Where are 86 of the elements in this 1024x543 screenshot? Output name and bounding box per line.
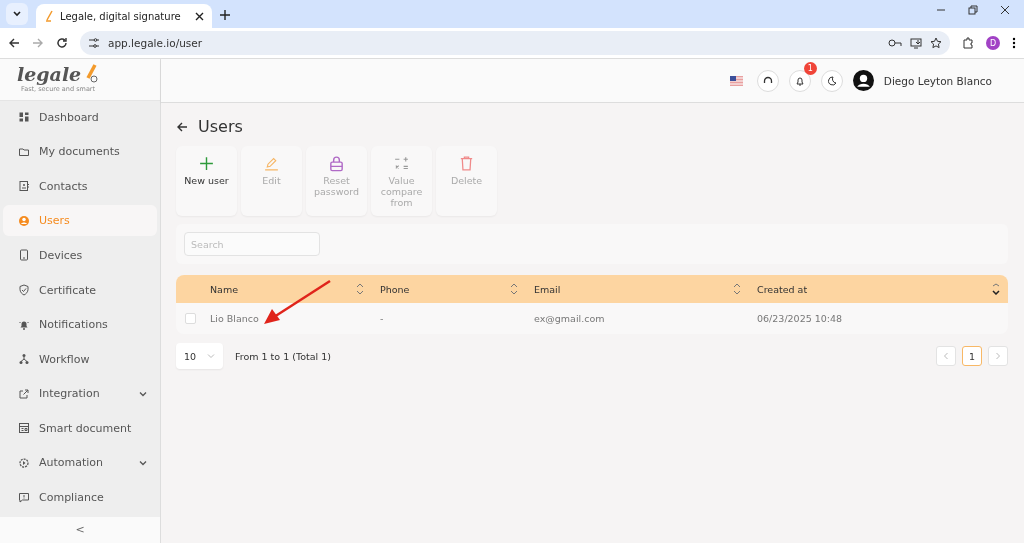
- notifications-button[interactable]: [788, 69, 811, 92]
- back-icon[interactable]: [8, 37, 20, 49]
- site-settings-icon: [88, 37, 100, 49]
- flag-icon[interactable]: [729, 75, 743, 86]
- close-icon[interactable]: [195, 11, 204, 21]
- page-button[interactable]: 1: [962, 346, 982, 366]
- url-text: app.legale.io/user: [108, 37, 204, 49]
- table-cell-text: Lio Blanco: [209, 313, 260, 324]
- tab-title: Legale, digital signature: [60, 10, 182, 22]
- workflow-icon: [18, 353, 30, 366]
- page-size-select[interactable]: 10: [176, 343, 223, 369]
- table-cell-text: 06/23/2025 10:48: [756, 313, 844, 324]
- user-icon: [18, 214, 30, 227]
- reload-icon[interactable]: [56, 37, 68, 49]
- sidebar-item[interactable]: Notifications: [3, 309, 157, 341]
- pencil-icon: [263, 155, 280, 172]
- column-header[interactable]: Created at: [749, 283, 1008, 295]
- chevron-right-icon: [995, 352, 1001, 360]
- headset-icon: [762, 75, 773, 86]
- restore-icon[interactable]: [968, 5, 978, 15]
- theme-toggle-button[interactable]: [820, 69, 843, 92]
- address-bar[interactable]: app.legale.io/user: [80, 31, 950, 55]
- user-name: Diego Leyton Blanco: [883, 74, 992, 87]
- support-button[interactable]: [756, 69, 779, 92]
- sidebar-item[interactable]: Dashboard: [3, 101, 157, 133]
- key-icon[interactable]: [888, 38, 902, 48]
- external-link-icon: [18, 387, 30, 400]
- sidebar-item[interactable]: Automation: [3, 447, 157, 479]
- menu-icon[interactable]: [1012, 37, 1016, 49]
- moon-icon: [826, 75, 837, 86]
- chat-icon: [18, 491, 30, 504]
- column-label: Phone: [380, 283, 410, 295]
- folder-icon: [18, 145, 30, 158]
- column-header[interactable]: Phone: [372, 283, 526, 295]
- document-icon: [18, 422, 30, 435]
- sidebar-item[interactable]: Integration: [3, 378, 157, 410]
- browser-tab[interactable]: Legale, digital signature: [36, 4, 212, 28]
- extensions-icon[interactable]: [962, 37, 974, 49]
- action-button[interactable]: New user: [176, 146, 237, 216]
- row-checkbox[interactable]: [185, 313, 196, 324]
- dashboard-icon: [18, 111, 30, 124]
- back-arrow-icon[interactable]: [176, 120, 188, 133]
- contacts-icon: [18, 180, 30, 193]
- calculator-icon: [393, 155, 410, 172]
- column-header[interactable]: Name: [202, 283, 372, 295]
- tablet-icon: [18, 249, 30, 262]
- new-tab-icon[interactable]: [220, 10, 230, 20]
- table-cell-text: -: [379, 313, 385, 324]
- logo-text: legale: [17, 63, 82, 85]
- avatar-icon[interactable]: [852, 70, 874, 91]
- column-label: Name: [210, 283, 239, 295]
- trash-icon: [458, 155, 475, 172]
- notification-badge: 1: [803, 61, 817, 75]
- sort-icon[interactable]: [510, 283, 518, 295]
- sort-icon[interactable]: [356, 283, 364, 295]
- sidebar-item[interactable]: My documents: [3, 136, 157, 168]
- sort-descending-icon[interactable]: [992, 283, 1000, 295]
- plus-icon: [198, 155, 215, 172]
- sidebar-item[interactable]: Smart document: [3, 412, 157, 444]
- bell-icon: [794, 75, 805, 86]
- column-header[interactable]: Email: [526, 283, 749, 295]
- star-icon[interactable]: [930, 37, 942, 49]
- chevron-down-icon: [207, 352, 215, 360]
- sidebar-item[interactable]: Contacts: [3, 170, 157, 202]
- shield-icon: [18, 284, 30, 296]
- close-icon[interactable]: [1000, 5, 1010, 15]
- column-label: Email: [534, 283, 561, 295]
- profile-avatar[interactable]: D: [986, 36, 1000, 50]
- pagination-summary: From 1 to 1 (Total 1): [235, 350, 331, 362]
- install-icon[interactable]: [910, 37, 922, 49]
- table-cell-text: ex@gmail.com: [533, 313, 606, 324]
- search-field[interactable]: Search: [184, 232, 320, 256]
- sidebar-item[interactable]: Certificate: [3, 274, 157, 306]
- sidebar-item[interactable]: Devices: [3, 239, 157, 271]
- column-label: Created at: [757, 283, 808, 295]
- sidebar-item[interactable]: Compliance: [3, 482, 157, 514]
- sidebar-item[interactable]: Workflow: [3, 343, 157, 375]
- annotation-arrow: [262, 279, 332, 327]
- chevron-down-icon: [12, 9, 22, 19]
- pen-icon: [44, 10, 54, 22]
- tab-list-button[interactable]: [6, 3, 28, 25]
- chevron-left-icon: [943, 352, 949, 360]
- lock-icon: [328, 155, 345, 172]
- collapse-sidebar-button[interactable]: <: [75, 523, 85, 537]
- page-title: Users: [198, 117, 243, 136]
- sort-icon[interactable]: [733, 283, 741, 295]
